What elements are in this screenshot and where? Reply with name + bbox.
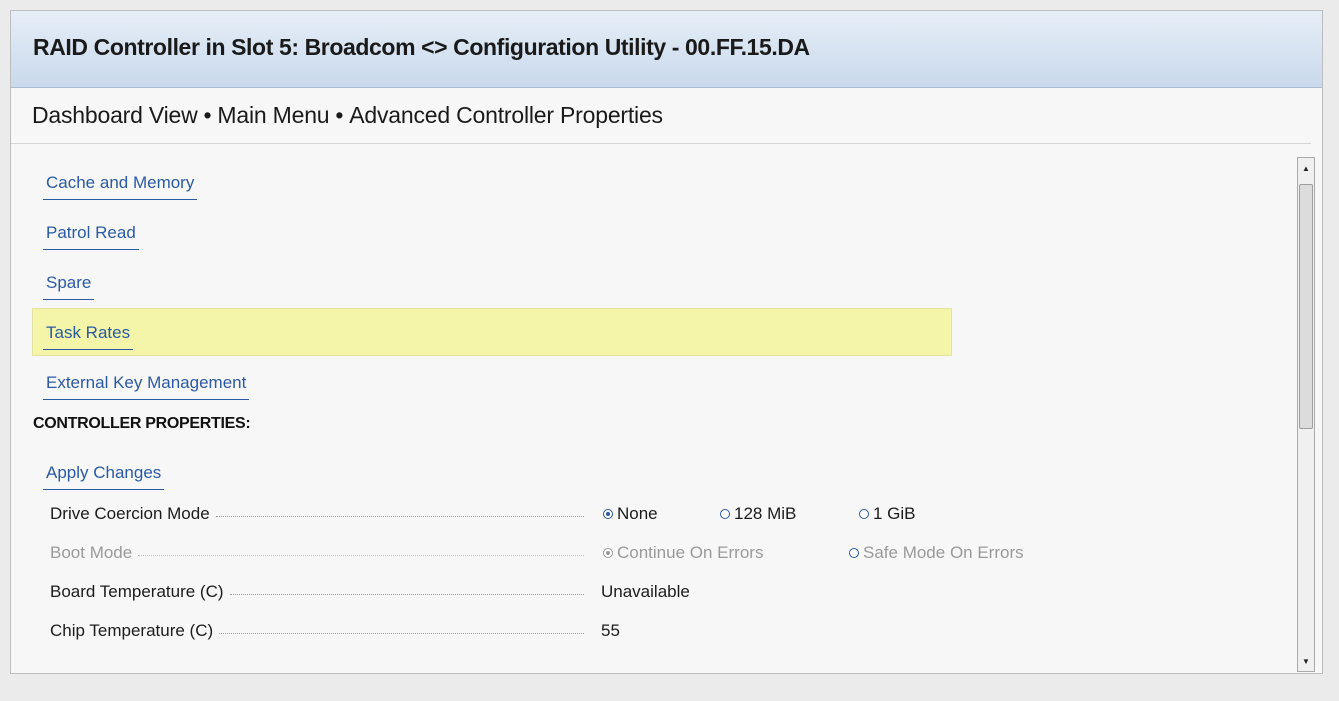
radio-option-128-mib[interactable]: 128 MiB — [720, 502, 796, 526]
configuration-utility-window: RAID Controller in Slot 5: Broadcom <> C… — [10, 10, 1323, 674]
radio-label: 128 MiB — [734, 504, 797, 523]
link-spare[interactable]: Spare — [43, 273, 95, 300]
link-label: Spare — [43, 273, 95, 300]
triangle-down-icon[interactable]: ▼ — [1298, 653, 1314, 669]
title-bar: RAID Controller in Slot 5: Broadcom <> C… — [11, 11, 1322, 88]
radio-unselected-icon — [849, 548, 859, 558]
property-chip-temperature: Chip Temperature (C) — [50, 619, 590, 643]
radio-unselected-icon — [720, 509, 730, 519]
breadcrumb-advanced-controller-properties: Advanced Controller Properties — [349, 102, 663, 128]
apply-changes-link[interactable]: Apply Changes — [43, 463, 165, 490]
breadcrumb-separator: • — [203, 102, 212, 128]
link-patrol-read[interactable]: Patrol Read — [43, 223, 139, 250]
link-task-rates[interactable]: Task Rates — [43, 323, 134, 350]
link-label: External Key Management — [43, 373, 250, 400]
property-drive-coercion-mode: Drive Coercion Mode — [50, 502, 590, 526]
radio-label: 1 GiB — [873, 504, 916, 523]
radio-label: Continue On Errors — [617, 543, 764, 562]
breadcrumb-dashboard-view[interactable]: Dashboard View — [32, 102, 198, 128]
dotted-leader — [138, 554, 584, 556]
link-label: Cache and Memory — [43, 173, 198, 200]
property-label: Board Temperature (C) — [50, 582, 224, 601]
radio-option-continue-on-errors: Continue On Errors — [603, 541, 763, 565]
chip-temperature-value: 55 — [601, 621, 620, 640]
controller-properties-heading: CONTROLLER PROPERTIES: — [33, 415, 251, 432]
window-title: RAID Controller in Slot 5: Broadcom <> C… — [33, 34, 810, 60]
vertical-scrollbar[interactable]: ▲ ▼ — [1297, 157, 1315, 672]
radio-option-1-gib[interactable]: 1 GiB — [859, 502, 916, 526]
radio-label: Safe Mode On Errors — [863, 543, 1024, 562]
radio-option-safe-mode-on-errors: Safe Mode On Errors — [849, 541, 1024, 565]
radio-unselected-icon — [859, 509, 869, 519]
scrollbar-thumb[interactable] — [1299, 184, 1313, 429]
header-divider — [11, 143, 1311, 144]
property-board-temperature: Board Temperature (C) — [50, 580, 590, 604]
dotted-leader — [219, 632, 584, 634]
breadcrumb-main-menu[interactable]: Main Menu — [217, 102, 329, 128]
radio-label: None — [617, 504, 658, 523]
breadcrumb: Dashboard View • Main Menu • Advanced Contro… — [32, 102, 663, 129]
dotted-leader — [229, 593, 584, 595]
link-cache-and-memory[interactable]: Cache and Memory — [43, 173, 198, 200]
property-boot-mode: Boot Mode — [50, 541, 590, 565]
property-label: Chip Temperature (C) — [50, 621, 214, 640]
link-external-key-management[interactable]: External Key Management — [43, 373, 250, 400]
link-label: Apply Changes — [43, 463, 165, 490]
board-temperature-value: Unavailable — [601, 582, 690, 601]
radio-selected-icon — [603, 509, 613, 519]
radio-selected-icon — [603, 548, 613, 558]
breadcrumb-separator: • — [335, 102, 344, 128]
property-label: Drive Coercion Mode — [50, 504, 210, 523]
task-rates-highlight — [32, 308, 952, 356]
link-label: Patrol Read — [43, 223, 139, 250]
property-label: Boot Mode — [50, 543, 133, 562]
triangle-up-icon[interactable]: ▲ — [1298, 160, 1314, 176]
radio-option-none[interactable]: None — [603, 502, 658, 526]
link-label: Task Rates — [43, 323, 134, 350]
dotted-leader — [215, 515, 584, 517]
